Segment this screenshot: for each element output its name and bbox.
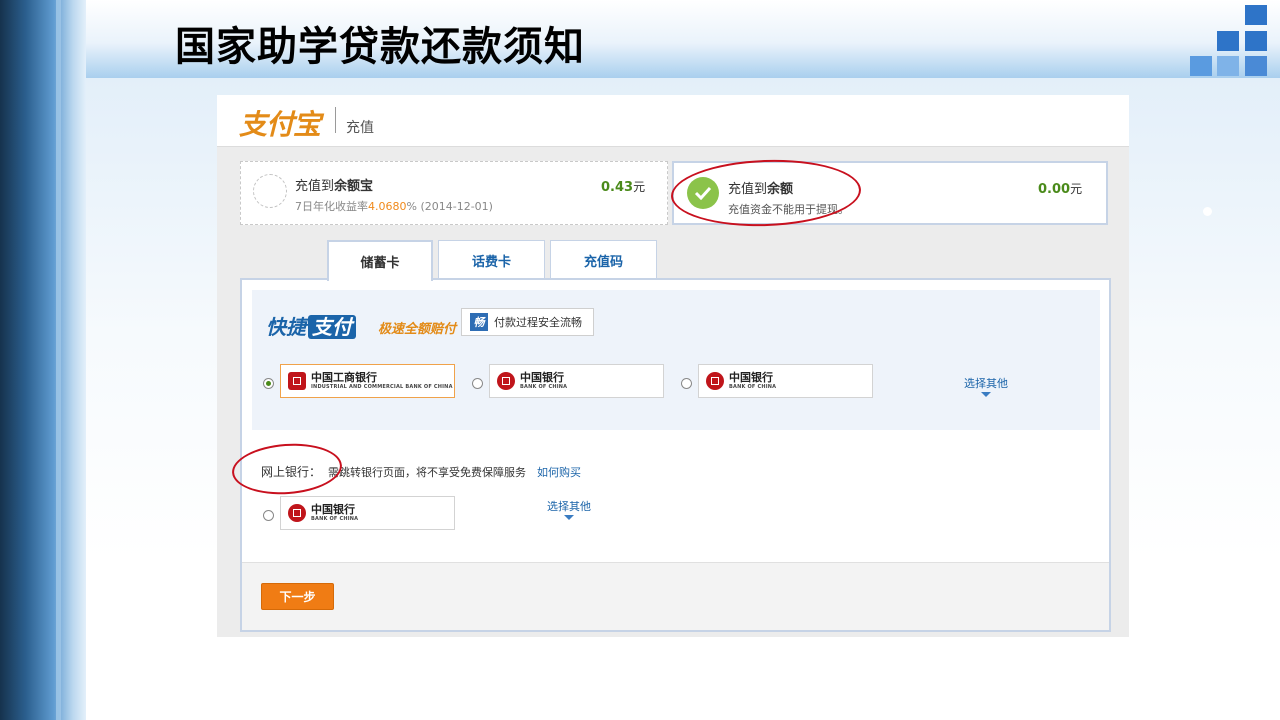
online-bank-note: 需跳转银行页面，将不享受免费保障服务 <box>328 466 526 479</box>
boc-logo-icon <box>288 504 306 522</box>
slide-title: 国家助学贷款还款须知 <box>175 23 585 70</box>
footer-bar: 下一步 <box>242 562 1109 630</box>
bank-option-boc-2[interactable]: 中国银行 BANK OF CHINA <box>698 364 873 398</box>
tab-recharge-code[interactable]: 充值码 <box>550 240 657 280</box>
safety-badge: 畅 付款过程安全流畅 <box>461 308 594 336</box>
corner-square <box>1245 31 1267 51</box>
bank-name-en: BANK OF CHINA <box>520 384 568 390</box>
choose-other-bank-link[interactable]: 选择其他 <box>964 375 1008 397</box>
bank-option-boc[interactable]: 中国银行 BANK OF CHINA <box>489 364 664 398</box>
bank-name-en: INDUSTRIAL AND COMMERCIAL BANK OF CHINA <box>311 384 453 390</box>
bank-radio-icbc[interactable] <box>263 378 274 389</box>
online-bank-radio-boc[interactable] <box>263 510 274 521</box>
bank-name: 中国工商银行 <box>311 371 377 384</box>
header-divider <box>335 107 336 133</box>
alipay-header: 支付宝 充值 <box>217 95 1129 147</box>
boc-logo-icon <box>497 372 515 390</box>
tab-content: 快捷 支付 极速全额赔付 畅 付款过程安全流畅 中国工商银行 INDUSTRIAL… <box>240 278 1111 632</box>
how-to-buy-link[interactable]: 如何购买 <box>537 464 581 480</box>
card-title: 充值到余额宝 <box>295 179 374 194</box>
alipay-recharge-panel: 支付宝 充值 充值到余额宝 7日年化收益率4.0680% (2014-12-01… <box>217 95 1129 637</box>
safety-badge-text: 付款过程安全流畅 <box>494 316 582 329</box>
smooth-icon: 畅 <box>470 313 488 331</box>
corner-square <box>1190 56 1212 76</box>
bank-name: 中国银行 <box>520 371 564 384</box>
tab-phone-card[interactable]: 话费卡 <box>438 240 545 280</box>
bank-radio-boc[interactable] <box>472 378 483 389</box>
quick-pay-logo: 快捷 支付 <box>266 311 358 340</box>
corner-square <box>1217 56 1239 76</box>
decorative-dot <box>1203 207 1212 216</box>
corner-square <box>1245 56 1267 76</box>
bank-name-en: BANK OF CHINA <box>729 384 777 390</box>
card-radio-ring-icon <box>253 174 287 208</box>
chevron-down-icon <box>564 515 574 520</box>
online-choose-other-bank-link[interactable]: 选择其他 <box>547 498 591 520</box>
page-label: 充值 <box>346 120 374 136</box>
quick-pay-section: 快捷 支付 极速全额赔付 畅 付款过程安全流畅 中国工商银行 INDUSTRIAL… <box>252 290 1100 430</box>
corner-square <box>1245 5 1267 25</box>
card-yuebao[interactable]: 充值到余额宝 7日年化收益率4.0680% (2014-12-01) 0.43元 <box>240 161 668 225</box>
bank-name: 中国银行 <box>729 371 773 384</box>
alipay-logo[interactable]: 支付宝 <box>239 103 321 143</box>
card-subtitle: 7日年化收益率4.0680% (2014-12-01) <box>295 200 493 213</box>
card-amount: 0.43元 <box>601 180 646 195</box>
bank-radio-boc-2[interactable] <box>681 378 692 389</box>
tab-debit-card[interactable]: 储蓄卡 <box>327 240 433 281</box>
slide-left-bar <box>0 0 86 720</box>
bank-option-icbc[interactable]: 中国工商银行 INDUSTRIAL AND COMMERCIAL BANK OF… <box>280 364 455 398</box>
bank-name: 中国银行 <box>311 503 355 516</box>
corner-square <box>1217 31 1239 51</box>
icbc-logo-icon <box>288 372 306 390</box>
bank-name-en: BANK OF CHINA <box>311 516 359 522</box>
chevron-down-icon <box>981 392 991 397</box>
online-bank-option-boc[interactable]: 中国银行 BANK OF CHINA <box>280 496 455 530</box>
next-step-button[interactable]: 下一步 <box>261 583 334 610</box>
card-amount: 0.00元 <box>1038 182 1083 197</box>
boc-logo-icon <box>706 372 724 390</box>
quick-pay-slogan: 极速全额赔付 <box>378 322 457 337</box>
